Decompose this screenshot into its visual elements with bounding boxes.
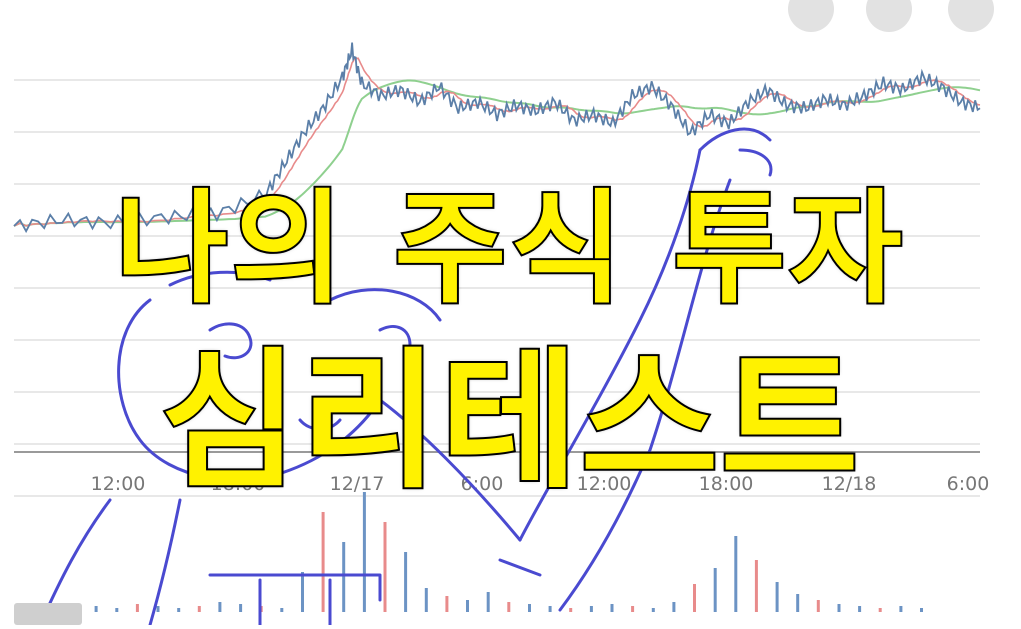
volume-bar [404,552,408,612]
volume-bar [754,560,758,612]
volume-bar [486,592,490,612]
volume-bar [445,596,449,612]
volume-bar [858,606,862,612]
volume-bar [156,606,160,612]
volume-bar [899,606,903,612]
volume-bar [589,606,593,612]
volume-bar [342,542,346,612]
volume-bar [239,604,243,612]
volume-bar [218,602,222,612]
volume-bar [548,606,552,612]
volume-bar [775,582,779,612]
volume-bar [135,604,139,612]
volume-bar [94,606,98,612]
volume-bar [816,600,820,612]
volume-bar [528,604,531,612]
volume-bar [115,608,119,612]
title-line-2: 심리테스트 [158,333,861,511]
scrollbar-thumb[interactable] [14,603,82,625]
volume-bar [631,606,635,612]
volume-bar [610,604,614,612]
volume-bar [507,602,511,612]
volume-bar [920,608,923,612]
volume-bar [177,608,181,612]
volume-bar [466,600,469,612]
volume-bar [693,584,696,612]
chart-thumbnail: 12:00 18:00 12/17 6:00 12:00 18:00 12/18 6:00 나… [0,0,1021,627]
volume-bar [651,608,655,612]
volume-bar [672,602,676,612]
volume-bar [424,588,428,612]
volume-bar [321,512,325,612]
volume-bar [280,608,284,612]
volume-bar [796,594,800,612]
volume-bar [713,568,717,612]
volume-bar [878,608,882,612]
volume-bar [734,536,738,612]
volume-bar [197,606,201,612]
volume-bar [301,572,304,612]
volume-bar [569,608,573,612]
volume-bar [383,522,387,612]
volume-bar [837,604,841,612]
